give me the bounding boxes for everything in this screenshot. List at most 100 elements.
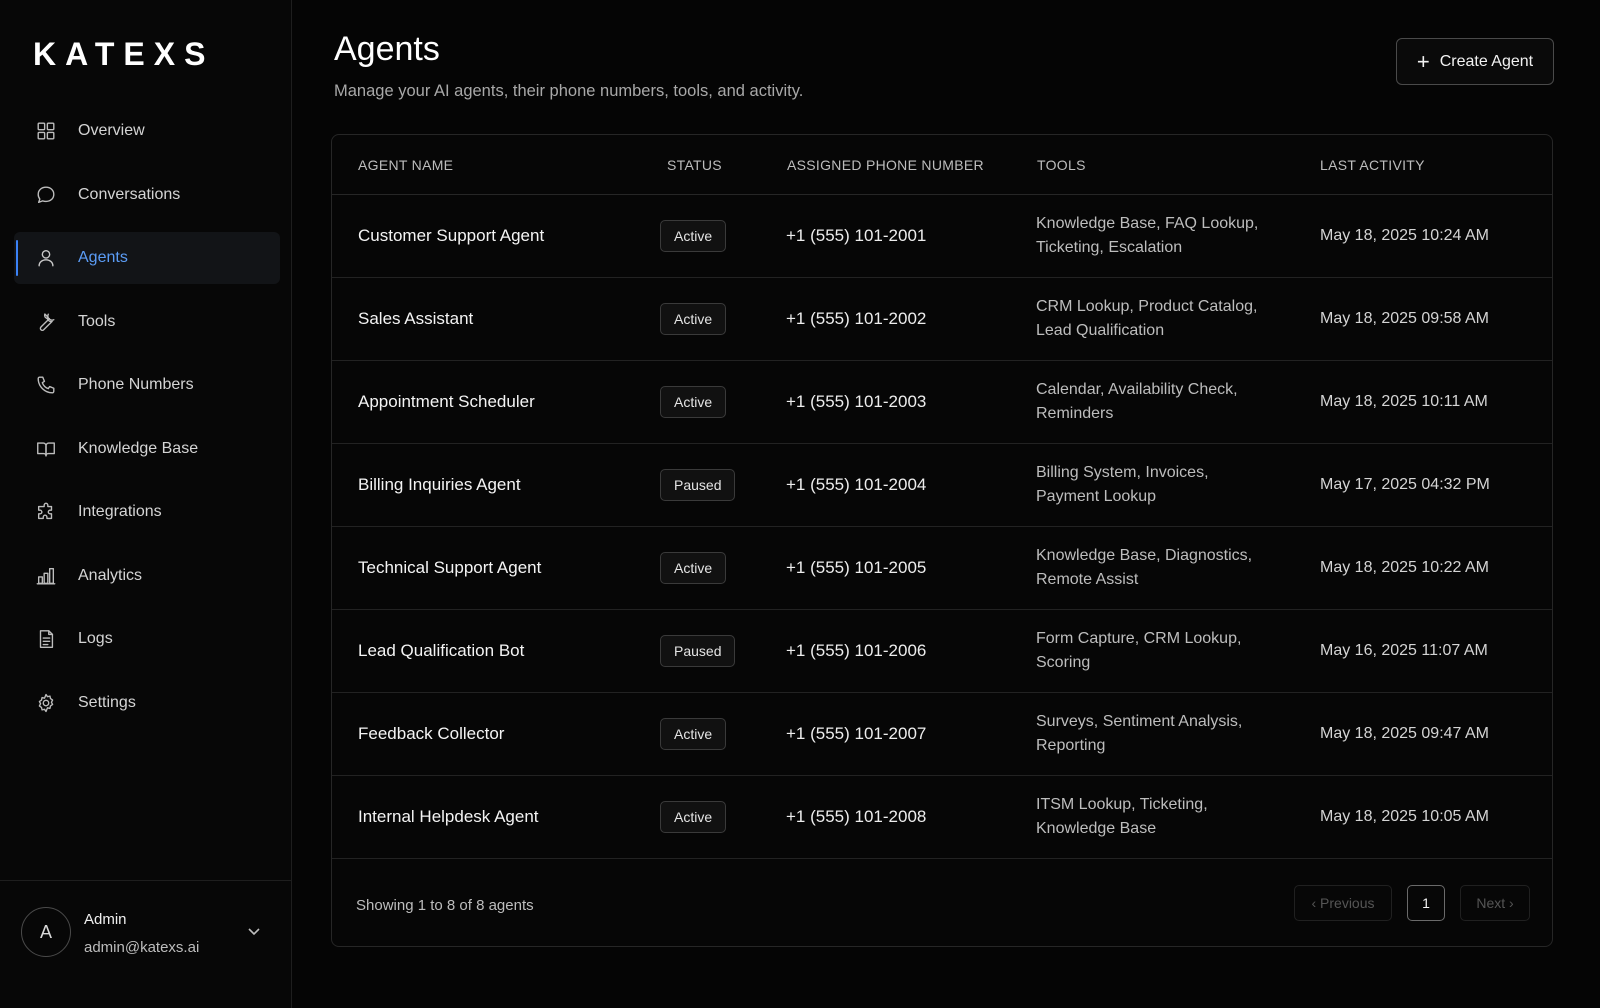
last-activity: May 18, 2025 10:05 AM	[1320, 808, 1489, 825]
status-badge: Active	[660, 303, 727, 335]
sidebar-item-label: Knowledge Base	[78, 439, 199, 457]
status-badge: Paused	[660, 469, 736, 501]
last-activity: May 18, 2025 10:24 AM	[1320, 227, 1489, 244]
sidebar-item-overview[interactable]: Overview	[14, 105, 280, 157]
page-1-button[interactable]: 1	[1407, 885, 1445, 921]
tools-line: Knowledge Base, Diagnostics,	[1036, 547, 1253, 564]
last-activity: May 17, 2025 04:32 PM	[1320, 476, 1490, 493]
sidebar-item-label: Overview	[78, 122, 145, 139]
tools-line: ITSM Lookup, Ticketing,	[1036, 796, 1208, 813]
phone-number: +1 (555) 101-2006	[786, 641, 927, 660]
table-row[interactable]: Billing Inquiries Agent Paused +1 (555) …	[332, 444, 1552, 527]
tools-line: CRM Lookup, Product Catalog,	[1036, 298, 1258, 315]
create-agent-button[interactable]: + Create Agent	[1396, 38, 1554, 85]
phone-number: +1 (555) 101-2004	[786, 475, 927, 494]
phone-number: +1 (555) 101-2007	[786, 724, 927, 743]
sidebar-item-knowledge-base[interactable]: Knowledge Base	[14, 423, 280, 475]
table-row[interactable]: Lead Qualification Bot Paused +1 (555) 1…	[332, 610, 1552, 693]
table-row[interactable]: Appointment Scheduler Active +1 (555) 10…	[332, 361, 1552, 444]
last-activity: May 18, 2025 10:22 AM	[1320, 559, 1489, 576]
agent-name[interactable]: Internal Helpdesk Agent	[358, 807, 539, 827]
sidebar-item-label: Logs	[78, 630, 113, 647]
tools-line: Reminders	[1036, 405, 1114, 422]
status-cell: Active	[660, 801, 727, 833]
table-row[interactable]: Internal Helpdesk Agent Active +1 (555) …	[332, 776, 1552, 859]
table-row[interactable]: Feedback Collector Active +1 (555) 101-2…	[332, 693, 1552, 776]
page-subtitle: Manage your AI agents, their phone numbe…	[334, 82, 804, 100]
tools-list: Surveys, Sentiment Analysis, Reporting	[1036, 710, 1286, 758]
agent-name[interactable]: Feedback Collector	[358, 724, 504, 744]
agent-name[interactable]: Customer Support Agent	[358, 226, 544, 246]
column-header-tools[interactable]: TOOLS	[1037, 157, 1086, 173]
sidebar-item-logs[interactable]: Logs	[14, 613, 280, 665]
sidebar-item-tools[interactable]: Tools	[14, 296, 280, 348]
bar-chart-icon	[34, 564, 58, 588]
phone-number: +1 (555) 101-2002	[786, 309, 927, 328]
main-content: Agents Manage your AI agents, their phon…	[292, 0, 1600, 1008]
sidebar-item-label: Integrations	[78, 503, 162, 520]
user-name: Admin	[84, 911, 127, 928]
agent-name[interactable]: Sales Assistant	[358, 309, 473, 329]
chevron-down-icon[interactable]	[244, 921, 264, 941]
book-icon	[34, 437, 58, 461]
tools-line: Calendar, Availability Check,	[1036, 381, 1238, 398]
tools-line: Ticketing, Escalation	[1036, 239, 1183, 256]
sidebar-item-label: Agents	[78, 249, 128, 266]
tools-list: Form Capture, CRM Lookup, Scoring	[1036, 627, 1286, 675]
sidebar-item-agents[interactable]: Agents	[14, 232, 280, 284]
tools-line: Lead Qualification	[1036, 322, 1165, 339]
tools-list: Billing System, Invoices, Payment Lookup	[1036, 461, 1286, 509]
table-row[interactable]: Customer Support Agent Active +1 (555) 1…	[332, 195, 1552, 278]
sidebar-item-integrations[interactable]: Integrations	[14, 486, 280, 538]
previous-page-button[interactable]: ‹ Previous	[1294, 885, 1392, 921]
tools-line: Remote Assist	[1036, 571, 1139, 588]
grid-icon	[34, 119, 58, 143]
sidebar-item-settings[interactable]: Settings	[14, 677, 280, 729]
page-title: Agents	[334, 30, 440, 68]
status-cell: Active	[660, 386, 727, 418]
column-header-agent-name[interactable]: AGENT NAME	[358, 157, 453, 173]
tools-list: Calendar, Availability Check, Reminders	[1036, 378, 1286, 426]
sidebar-item-label: Tools	[78, 312, 116, 330]
column-header-last-activity[interactable]: LAST ACTIVITY	[1320, 157, 1425, 173]
last-activity: May 18, 2025 10:11 AM	[1320, 393, 1488, 410]
phone-number: +1 (555) 101-2001	[786, 226, 927, 245]
user-menu[interactable]: A Admin admin@katexs.ai	[0, 880, 291, 1008]
phone-number: +1 (555) 101-2008	[786, 807, 927, 826]
agent-name[interactable]: Lead Qualification Bot	[358, 641, 524, 661]
tools-line: Knowledge Base	[1036, 820, 1157, 837]
create-agent-label: Create Agent	[1439, 52, 1534, 70]
user-icon	[34, 246, 58, 270]
tools-list: CRM Lookup, Product Catalog, Lead Qualifi…	[1036, 295, 1286, 343]
document-icon	[34, 627, 58, 651]
status-badge: Active	[660, 718, 727, 750]
agent-name[interactable]: Appointment Scheduler	[358, 392, 535, 412]
tools-line: Payment Lookup	[1036, 488, 1157, 505]
phone-number: +1 (555) 101-2003	[786, 392, 927, 411]
gear-icon	[34, 691, 58, 715]
sidebar-item-analytics[interactable]: Analytics	[14, 550, 280, 602]
sidebar-item-phone-numbers[interactable]: Phone Numbers	[14, 359, 280, 411]
column-header-status[interactable]: STATUS	[667, 157, 722, 173]
agents-table: AGENT NAME STATUS ASSIGNED PHONE NUMBER …	[331, 134, 1553, 947]
avatar[interactable]: A	[21, 907, 71, 957]
next-page-button[interactable]: Next ›	[1460, 885, 1530, 921]
wrench-icon	[34, 310, 58, 334]
user-email: admin@katexs.ai	[84, 939, 200, 956]
sidebar-item-conversations[interactable]: Conversations	[14, 169, 280, 221]
last-activity: May 18, 2025 09:47 AM	[1320, 725, 1489, 742]
table-row[interactable]: Sales Assistant Active +1 (555) 101-2002…	[332, 278, 1552, 361]
table-row[interactable]: Technical Support Agent Active +1 (555) …	[332, 527, 1552, 610]
tools-list: ITSM Lookup, Ticketing, Knowledge Base	[1036, 793, 1286, 841]
agent-name[interactable]: Billing Inquiries Agent	[358, 475, 521, 495]
tools-list: Knowledge Base, FAQ Lookup, Ticketing, Es…	[1036, 212, 1286, 260]
agent-name[interactable]: Technical Support Agent	[358, 558, 541, 578]
sidebar-item-label: Settings	[78, 693, 136, 711]
sidebar-item-label: Phone Numbers	[78, 376, 194, 393]
tools-line: Surveys, Sentiment Analysis,	[1036, 713, 1243, 730]
brand-logo[interactable]: KATEXS	[33, 36, 214, 73]
sidebar: KATEXS Overview Conversations Agents Too…	[0, 0, 292, 1008]
pagination: ‹ Previous 1 Next ›	[1294, 885, 1530, 921]
column-header-phone[interactable]: ASSIGNED PHONE NUMBER	[787, 157, 984, 173]
tools-line: Form Capture, CRM Lookup,	[1036, 630, 1242, 647]
